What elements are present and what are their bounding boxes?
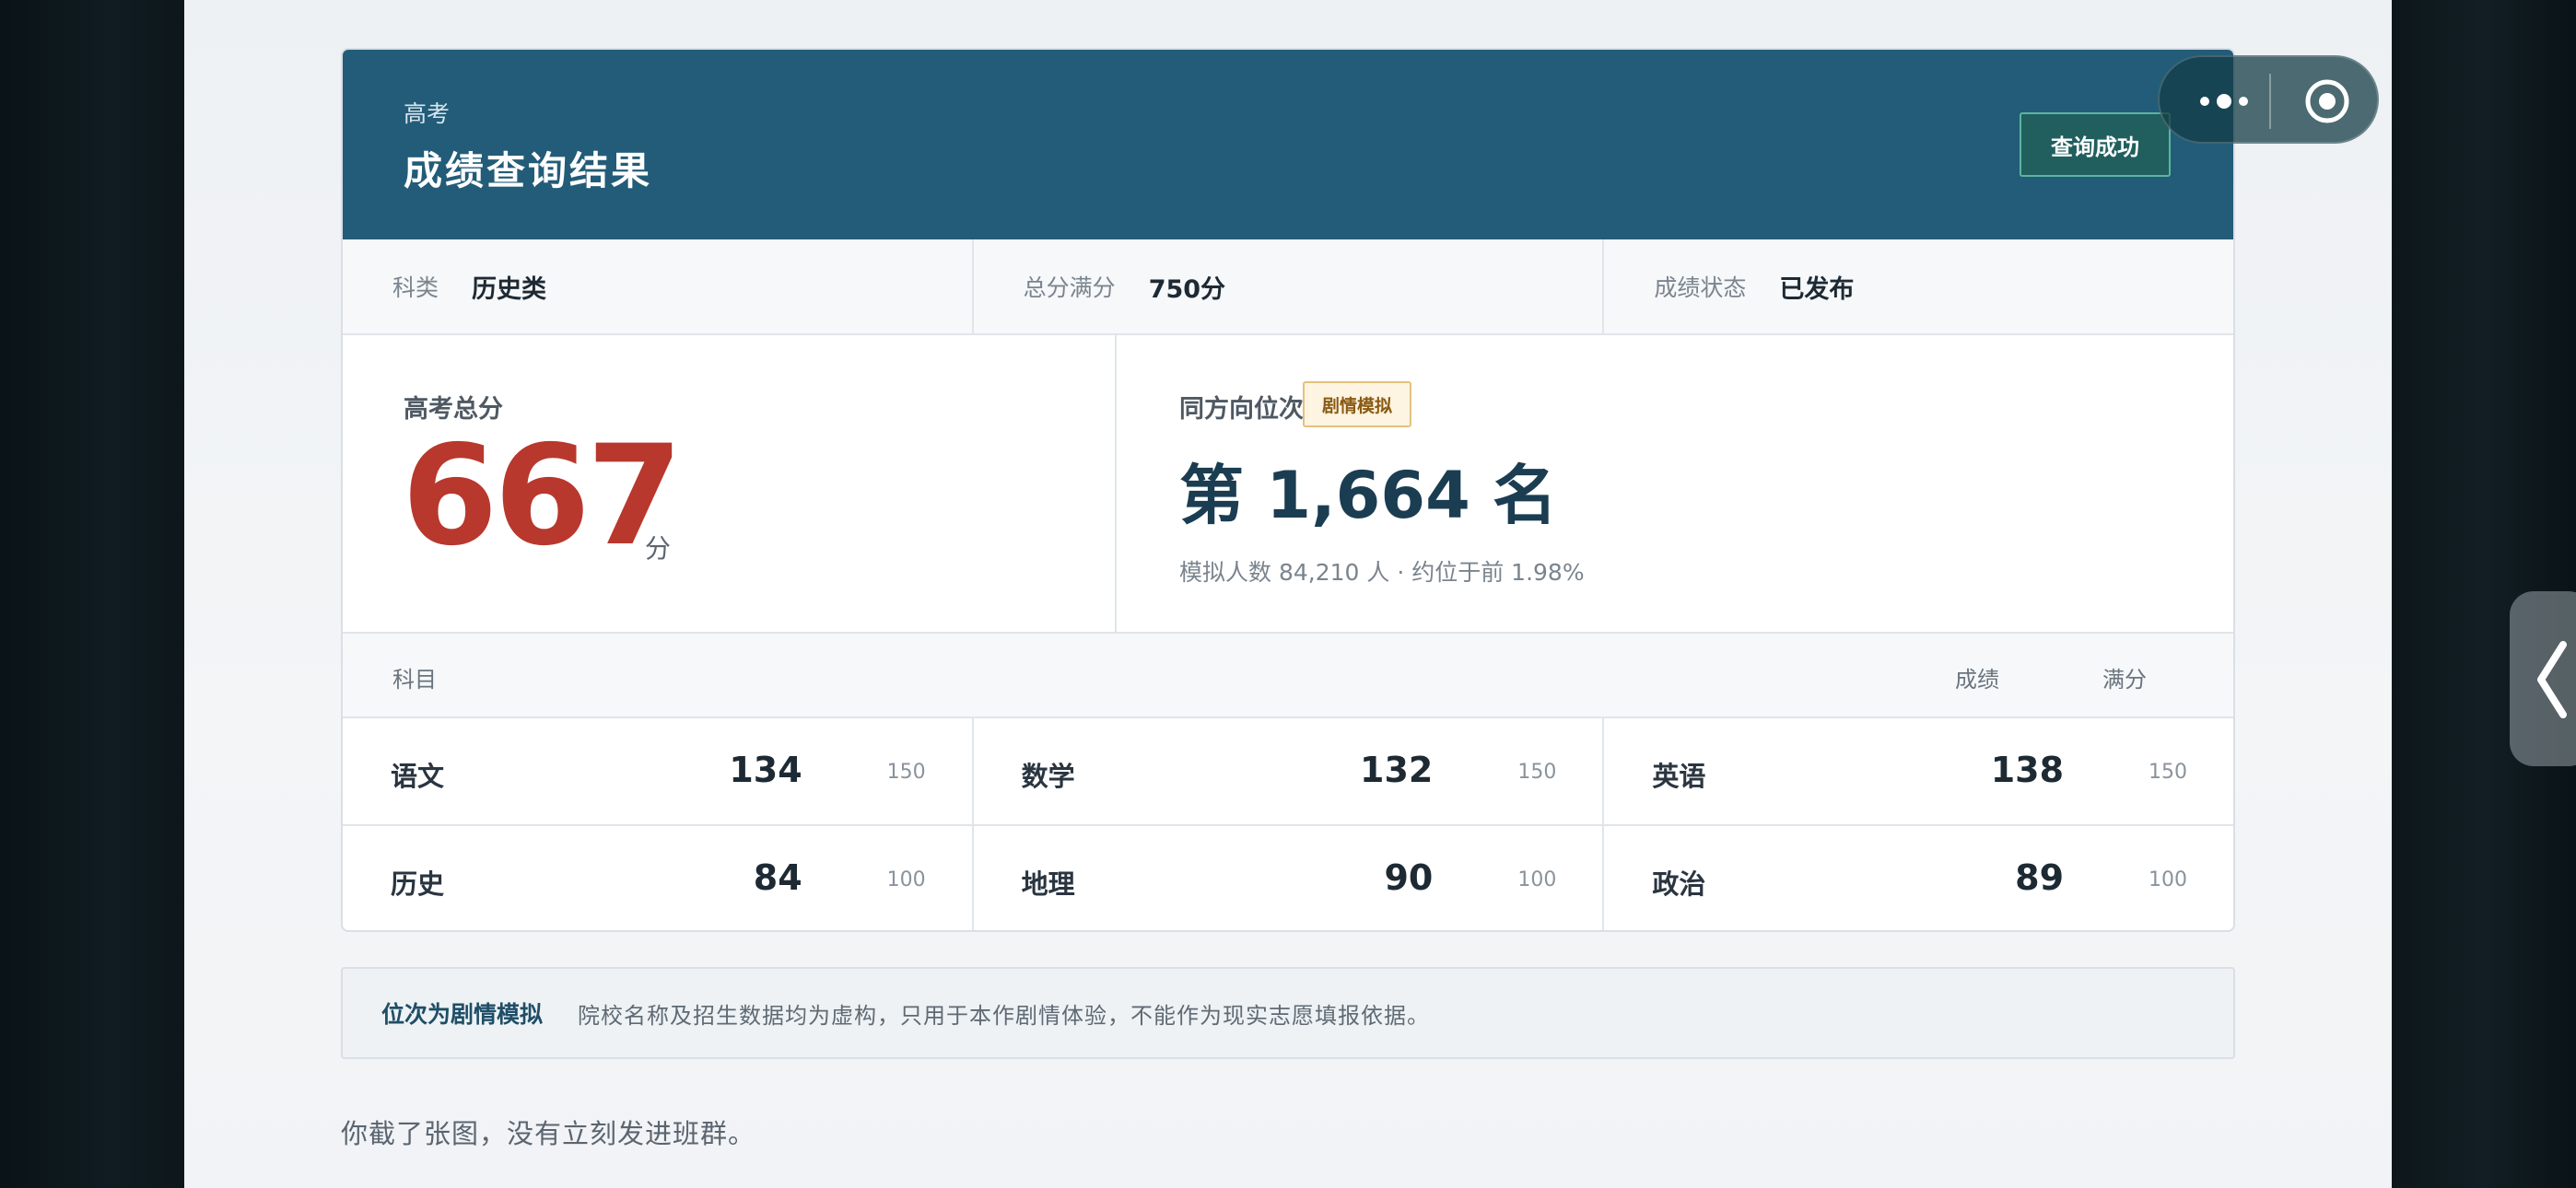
- subject-cell: 语文 134 150: [343, 718, 974, 824]
- card-header: 高考 成绩查询结果 查询成功: [343, 50, 2233, 239]
- subject-score: 84: [753, 857, 802, 898]
- rank-panel: 同方向位次 剧情模拟 第 1,664 名 模拟人数 84,210 人 · 约位于…: [1117, 335, 2233, 632]
- rank-label: 同方向位次: [1179, 395, 1304, 424]
- subject-full: 150: [2149, 761, 2188, 784]
- simulation-tag: 剧情模拟: [1303, 381, 1411, 427]
- subject-name: 地理: [1021, 868, 1075, 900]
- subjects-header: 科目 成绩 满分: [343, 634, 2233, 718]
- info-label: 总分满分: [1023, 274, 1116, 301]
- more-dots-icon[interactable]: [2187, 83, 2261, 120]
- subject-cell: 地理 90 100: [974, 826, 1605, 930]
- info-value: 750分: [1148, 274, 1226, 304]
- chevron-left-icon: [2537, 641, 2567, 718]
- subject-full: 100: [1517, 868, 1557, 891]
- subject-cell: 英语 138 150: [1604, 718, 2233, 824]
- info-label: 成绩状态: [1654, 274, 1747, 301]
- subjects-header-score: 成绩: [1955, 667, 1999, 693]
- info-label: 科类: [392, 274, 439, 301]
- rank-value: 第 1,664 名: [1179, 458, 1558, 533]
- info-full-score: 总分满分 750分: [974, 239, 1605, 333]
- subject-score: 90: [1384, 857, 1434, 898]
- subject-full: 150: [1517, 761, 1557, 784]
- subject-name: 历史: [391, 868, 445, 900]
- subject-cell: 政治 89 100: [1604, 826, 2233, 930]
- subject-full: 100: [2149, 868, 2188, 891]
- miniprogram-capsule: [2158, 55, 2379, 144]
- score-section: 高考总分 667 分 同方向位次 剧情模拟 第 1,664 名 模拟人数 84,…: [343, 335, 2233, 634]
- subject-score: 89: [2015, 857, 2065, 898]
- subject-cell: 历史 84 100: [343, 826, 974, 930]
- subject-score: 138: [1990, 750, 2065, 790]
- subject-name: 英语: [1652, 761, 1706, 792]
- subject-name: 数学: [1021, 761, 1075, 792]
- subject-score: 132: [1360, 750, 1434, 790]
- subjects-row: 历史 84 100 地理 90 100 政治 89 100: [343, 826, 2233, 930]
- total-score-panel: 高考总分 667 分: [343, 335, 1117, 632]
- subjects-header-full: 满分: [2102, 667, 2147, 693]
- story-text: 你截了张图，没有立刻发进班群。: [341, 1118, 756, 1149]
- info-value: 历史类: [472, 274, 547, 304]
- info-value: 已发布: [1779, 274, 1855, 304]
- subject-name: 政治: [1652, 868, 1706, 900]
- status-badge: 查询成功: [2020, 112, 2171, 177]
- subject-cell: 数学 132 150: [974, 718, 1605, 824]
- info-bar: 科类 历史类 总分满分 750分 成绩状态 已发布: [343, 239, 2233, 335]
- info-status: 成绩状态 已发布: [1604, 239, 2233, 333]
- page-title: 成绩查询结果: [404, 148, 653, 193]
- subject-name: 语文: [391, 761, 445, 792]
- subject-full: 100: [886, 868, 926, 891]
- disclaimer-title: 位次为剧情模拟: [381, 1001, 544, 1028]
- rank-detail: 模拟人数 84,210 人 · 约位于前 1.98%: [1179, 559, 1585, 586]
- page: 高考 成绩查询结果 查询成功 科类 历史类 总分满分 750分 成绩状态 已发布…: [184, 0, 2392, 1188]
- total-score-unit: 分: [645, 533, 672, 564]
- disclaimer-text: 院校名称及招生数据均为虚构，只用于本作剧情体验，不能作为现实志愿填报依据。: [578, 1002, 1431, 1029]
- subject-score: 134: [729, 750, 802, 790]
- info-category: 科类 历史类: [343, 239, 974, 333]
- background-left: [0, 0, 184, 1188]
- header-eyebrow: 高考: [404, 100, 451, 127]
- subject-full: 150: [886, 761, 926, 784]
- capsule-divider: [2269, 74, 2271, 129]
- record-icon[interactable]: [2303, 77, 2351, 125]
- disclaimer-notice: 位次为剧情模拟 院校名称及招生数据均为虚构，只用于本作剧情体验，不能作为现实志愿…: [341, 967, 2235, 1059]
- side-tab[interactable]: [2510, 591, 2576, 766]
- result-card: 高考 成绩查询结果 查询成功 科类 历史类 总分满分 750分 成绩状态 已发布…: [341, 48, 2235, 932]
- subjects-header-subject: 科目: [392, 667, 437, 693]
- subjects-row: 语文 134 150 数学 132 150 英语 138 150: [343, 718, 2233, 826]
- total-score-value: 667: [402, 416, 683, 577]
